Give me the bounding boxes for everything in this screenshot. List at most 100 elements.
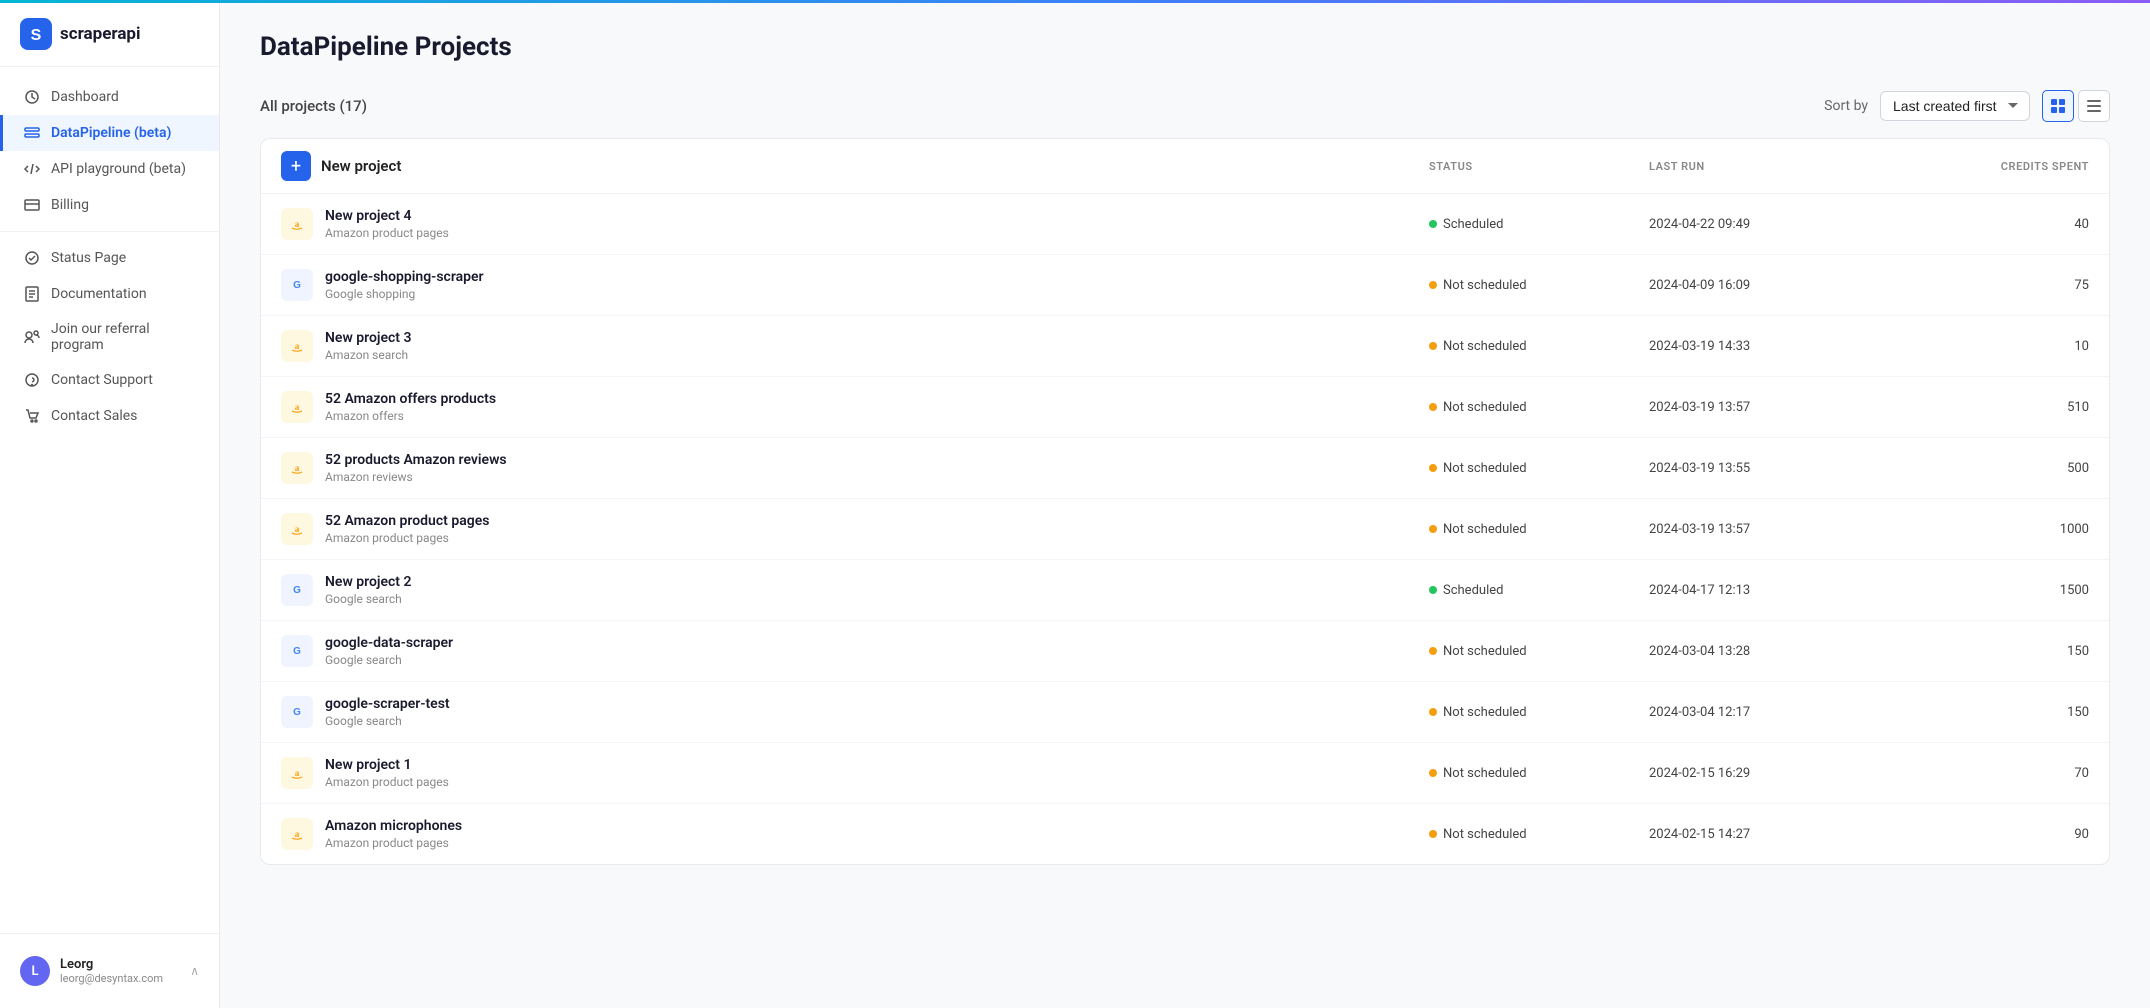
projects-count: All projects (17)	[260, 97, 367, 115]
project-logo-icon: a	[281, 452, 313, 484]
datapipeline-label: DataPipeline (beta)	[51, 125, 171, 141]
sidebar-item-status[interactable]: Status Page	[0, 240, 219, 276]
status-text: Not scheduled	[1443, 705, 1527, 720]
project-name: google-data-scraper	[325, 635, 453, 651]
status-dot-icon	[1429, 220, 1437, 228]
project-text: 52 Amazon product pages Amazon product p…	[325, 513, 489, 545]
status-dot-icon	[1429, 403, 1437, 411]
sidebar-logo: S scraperapi	[0, 0, 219, 67]
svg-text:S: S	[31, 27, 42, 44]
table-header-row: + New project STATUS LAST RUN CREDITS SP…	[261, 139, 2109, 194]
project-logo-icon: a	[281, 208, 313, 240]
status-icon	[23, 249, 41, 267]
table-row[interactable]: a Amazon microphones Amazon product page…	[261, 804, 2109, 864]
svg-text:a: a	[295, 524, 300, 534]
project-name: New project 2	[325, 574, 412, 590]
project-logo-icon: a	[281, 330, 313, 362]
project-type: Amazon product pages	[325, 531, 489, 545]
status-text: Not scheduled	[1443, 766, 1527, 781]
sidebar-navigation: Dashboard DataPipeline (beta) API playg	[0, 67, 219, 933]
page-title: DataPipeline Projects	[260, 32, 2110, 62]
last-run-value: 2024-04-22 09:49	[1649, 217, 1889, 232]
project-type: Google search	[325, 592, 412, 606]
table-row[interactable]: G google-data-scraper Google search Not …	[261, 621, 2109, 682]
sidebar-item-referral[interactable]: Join our referral program	[0, 312, 219, 362]
sort-select[interactable]: Last created first Last run first Name A…	[1880, 91, 2030, 121]
toolbar: All projects (17) Sort by Last created f…	[260, 90, 2110, 122]
project-logo-icon: a	[281, 818, 313, 850]
project-logo-icon: G	[281, 269, 313, 301]
user-avatar: L	[20, 956, 50, 986]
status-dot-icon	[1429, 342, 1437, 350]
svg-text:G: G	[293, 585, 301, 596]
table-row[interactable]: G New project 2 Google search Scheduled …	[261, 560, 2109, 621]
api-playground-label: API playground (beta)	[51, 161, 186, 177]
project-type: Amazon search	[325, 348, 412, 362]
status-badge: Not scheduled	[1429, 522, 1649, 537]
sidebar-item-datapipeline[interactable]: DataPipeline (beta)	[0, 115, 219, 151]
svg-text:G: G	[293, 707, 301, 718]
credits-value: 1500	[1889, 583, 2089, 598]
sidebar-item-dashboard[interactable]: Dashboard	[0, 79, 219, 115]
status-badge: Not scheduled	[1429, 766, 1649, 781]
status-dot-icon	[1429, 708, 1437, 716]
projects-table: + New project STATUS LAST RUN CREDITS SP…	[260, 138, 2110, 865]
credits-value: 90	[1889, 827, 2089, 842]
docs-icon	[23, 285, 41, 303]
project-info: G google-shopping-scraper Google shoppin…	[281, 269, 1429, 301]
table-row[interactable]: a New project 4 Amazon product pages Sch…	[261, 194, 2109, 255]
sidebar-item-contact-sales[interactable]: Contact Sales	[0, 398, 219, 434]
scraper-logo-icon: S	[20, 18, 52, 50]
new-project-row[interactable]: + New project	[281, 151, 1429, 181]
table-row[interactable]: a 52 products Amazon reviews Amazon revi…	[261, 438, 2109, 499]
sidebar-item-documentation[interactable]: Documentation	[0, 276, 219, 312]
user-profile[interactable]: L Leorg leorg@desyntax.com ∧	[0, 946, 219, 996]
table-row[interactable]: a 52 Amazon offers products Amazon offer…	[261, 377, 2109, 438]
table-row[interactable]: G google-shopping-scraper Google shoppin…	[261, 255, 2109, 316]
svg-text:a: a	[295, 341, 300, 351]
sidebar-item-billing[interactable]: Billing	[0, 187, 219, 223]
project-info: G google-data-scraper Google search	[281, 635, 1429, 667]
project-info: a New project 1 Amazon product pages	[281, 757, 1429, 789]
status-text: Not scheduled	[1443, 522, 1527, 537]
table-row[interactable]: a 52 Amazon product pages Amazon product…	[261, 499, 2109, 560]
new-project-button[interactable]: +	[281, 151, 311, 181]
list-view-button[interactable]	[2078, 90, 2110, 122]
project-name: New project 4	[325, 208, 449, 224]
svg-text:a: a	[295, 829, 300, 839]
project-logo-icon: G	[281, 696, 313, 728]
user-menu-chevron-icon: ∧	[190, 964, 199, 978]
status-text: Scheduled	[1443, 583, 1503, 598]
project-name: google-shopping-scraper	[325, 269, 484, 285]
project-type: Google shopping	[325, 287, 484, 301]
project-type: Amazon product pages	[325, 836, 462, 850]
project-type: Amazon product pages	[325, 775, 449, 789]
billing-icon	[23, 196, 41, 214]
svg-text:G: G	[293, 280, 301, 291]
status-dot-icon	[1429, 769, 1437, 777]
table-row[interactable]: G google-scraper-test Google search Not …	[261, 682, 2109, 743]
sidebar-item-contact-support[interactable]: Contact Support	[0, 362, 219, 398]
sidebar-item-api-playground[interactable]: API playground (beta)	[0, 151, 219, 187]
project-rows-container: a New project 4 Amazon product pages Sch…	[261, 194, 2109, 864]
project-text: google-scraper-test Google search	[325, 696, 450, 728]
project-info: G New project 2 Google search	[281, 574, 1429, 606]
table-row[interactable]: a New project 3 Amazon search Not schedu…	[261, 316, 2109, 377]
project-logo-icon: a	[281, 391, 313, 423]
table-row[interactable]: a New project 1 Amazon product pages Not…	[261, 743, 2109, 804]
status-badge: Not scheduled	[1429, 705, 1649, 720]
project-text: 52 Amazon offers products Amazon offers	[325, 391, 496, 423]
svg-text:G: G	[293, 646, 301, 657]
app-name: scraperapi	[60, 24, 141, 44]
project-type: Amazon reviews	[325, 470, 507, 484]
project-type: Google search	[325, 653, 453, 667]
dashboard-label: Dashboard	[51, 89, 119, 105]
project-logo-icon: G	[281, 635, 313, 667]
sidebar-bottom: L Leorg leorg@desyntax.com ∧	[0, 933, 219, 1008]
last-run-value: 2024-02-15 14:27	[1649, 827, 1889, 842]
main-content: DataPipeline Projects All projects (17) …	[220, 0, 2150, 1008]
credits-column-header: CREDITS SPENT	[1889, 160, 2089, 173]
top-accent-bar	[0, 0, 2150, 3]
grid-view-button[interactable]	[2042, 90, 2074, 122]
user-email: leorg@desyntax.com	[60, 972, 180, 985]
